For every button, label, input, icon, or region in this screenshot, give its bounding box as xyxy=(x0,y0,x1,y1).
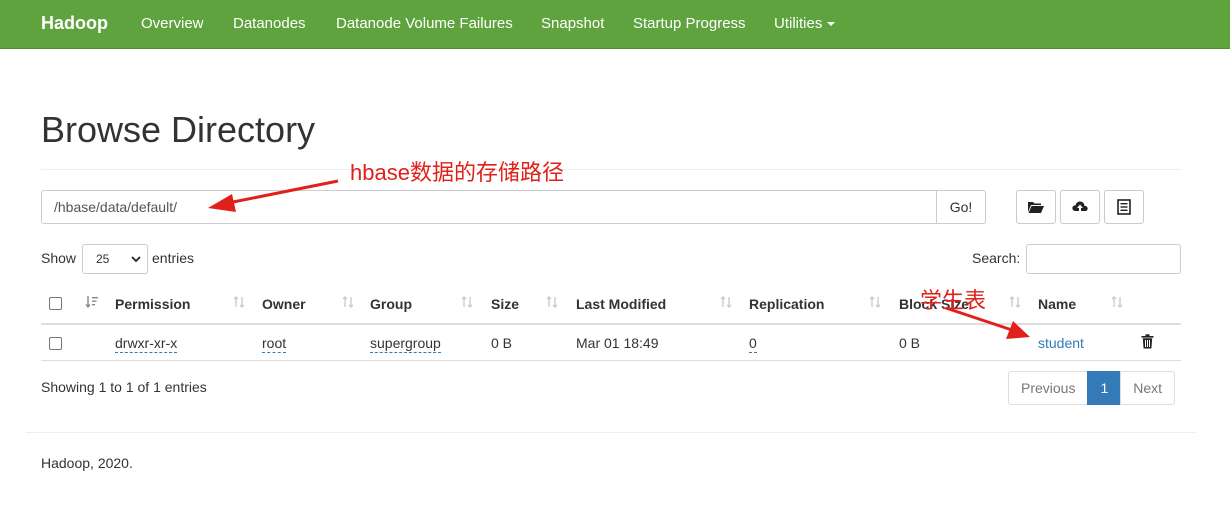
row-select-checkbox[interactable] xyxy=(49,337,62,350)
sort-both-icon[interactable] xyxy=(460,295,474,309)
sort-both-icon[interactable] xyxy=(868,295,882,309)
list-icon xyxy=(1117,199,1131,215)
cloud-upload-icon xyxy=(1072,201,1088,214)
table-search-input[interactable] xyxy=(1026,244,1181,274)
column-header-owner[interactable]: Owner xyxy=(262,296,306,312)
pagination: Previous 1 Next xyxy=(1008,371,1176,405)
sort-icon[interactable] xyxy=(85,295,99,309)
path-annotation: hbase数据的存储路径 xyxy=(350,160,564,185)
go-button[interactable]: Go! xyxy=(936,190,986,224)
nav-datanode-volume-failures[interactable]: Datanode Volume Failures xyxy=(336,15,513,32)
replication-cell[interactable]: 0 xyxy=(749,335,757,353)
cut-paste-button[interactable] xyxy=(1104,190,1144,224)
entries-select-value: 25 xyxy=(96,252,110,266)
entries-per-page-select[interactable]: 25 xyxy=(82,244,148,274)
sort-both-icon[interactable] xyxy=(545,295,559,309)
sort-both-icon[interactable] xyxy=(232,295,246,309)
column-header-name[interactable]: Name xyxy=(1038,296,1076,312)
brand-logo[interactable]: Hadoop xyxy=(41,13,108,34)
select-all-checkbox[interactable] xyxy=(49,297,62,310)
block-size-cell: 0 B xyxy=(899,335,921,351)
directory-path-input[interactable] xyxy=(41,190,937,224)
name-link[interactable]: student xyxy=(1038,335,1084,351)
nav-datanodes[interactable]: Datanodes xyxy=(233,15,306,32)
column-header-permission[interactable]: Permission xyxy=(115,296,190,312)
upload-files-button[interactable] xyxy=(1060,190,1100,224)
top-navbar: Hadoop Overview Datanodes Datanode Volum… xyxy=(0,0,1230,49)
nav-snapshot[interactable]: Snapshot xyxy=(541,15,604,32)
size-cell: 0 B xyxy=(491,335,513,351)
entries-label: entries xyxy=(152,250,195,266)
create-directory-button[interactable] xyxy=(1016,190,1056,224)
sort-both-icon[interactable] xyxy=(1110,295,1124,309)
permission-cell[interactable]: drwxr-xr-x xyxy=(115,335,178,353)
sort-both-icon[interactable] xyxy=(341,295,355,309)
column-header-replication[interactable]: Replication xyxy=(749,296,824,312)
sort-both-icon[interactable] xyxy=(719,295,733,309)
caret-down-icon xyxy=(827,22,836,27)
folder-open-icon xyxy=(1028,202,1044,213)
nav-overview[interactable]: Overview xyxy=(141,15,204,32)
column-header-group[interactable]: Group xyxy=(370,296,412,312)
group-cell[interactable]: supergroup xyxy=(370,335,441,353)
show-label: Show xyxy=(41,250,77,266)
trash-icon[interactable] xyxy=(1141,334,1154,349)
pagination-next-button[interactable]: Next xyxy=(1120,371,1176,405)
sort-both-icon[interactable] xyxy=(1008,295,1022,309)
table-annotation: 学生表 xyxy=(920,288,987,313)
table-info-text: Showing 1 to 1 of 1 entries xyxy=(41,379,207,395)
chevron-down-icon xyxy=(131,256,141,263)
footer-divider xyxy=(26,432,1196,433)
last-modified-cell: Mar 01 18:49 xyxy=(576,335,659,351)
title-divider xyxy=(41,169,1181,170)
table-row-divider xyxy=(41,360,1181,361)
nav-startup-progress[interactable]: Startup Progress xyxy=(633,15,746,32)
pagination-previous-button[interactable]: Previous xyxy=(1008,371,1089,405)
footer-text: Hadoop, 2020. xyxy=(41,455,133,471)
nav-utilities[interactable]: Utilities xyxy=(774,15,836,32)
page-title: Browse Directory xyxy=(41,109,316,150)
pagination-page-1[interactable]: 1 xyxy=(1087,371,1122,405)
search-label: Search: xyxy=(972,250,1021,266)
nav-utilities-label: Utilities xyxy=(774,15,823,32)
column-header-last-modified[interactable]: Last Modified xyxy=(576,296,666,312)
owner-cell[interactable]: root xyxy=(262,335,287,353)
column-header-size[interactable]: Size xyxy=(491,296,519,312)
table-header-divider xyxy=(41,323,1181,325)
